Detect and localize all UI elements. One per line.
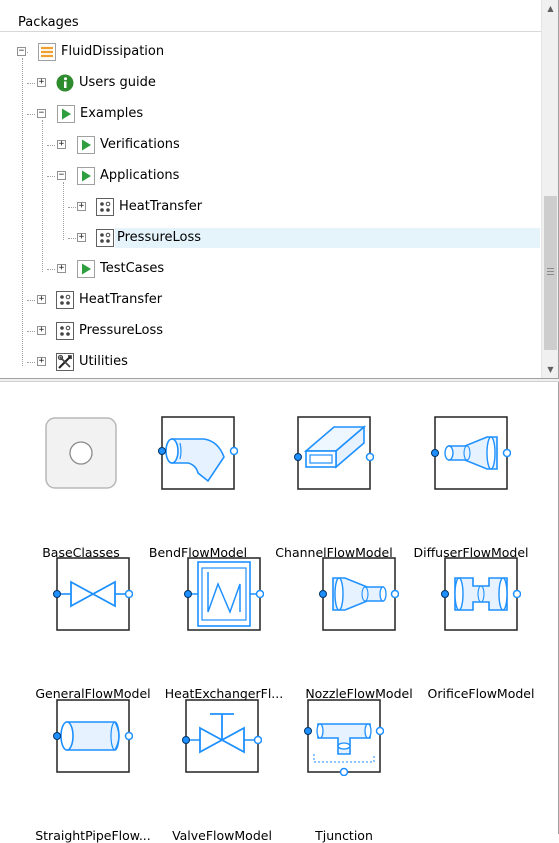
base-classes-icon: [41, 413, 121, 493]
grid-item-valveflowmodel[interactable]: ValveFlowModel: [153, 696, 291, 843]
collapse-toggle[interactable]: −: [37, 109, 46, 118]
tree-item-label: Utilities: [79, 354, 128, 369]
header-divider: [0, 31, 541, 32]
tree-item-applications[interactable]: − Applications: [0, 165, 540, 187]
grid-item-bendflowmodel[interactable]: BendFlowModel: [129, 413, 267, 560]
tree-item-label: Applications: [100, 168, 180, 183]
expand-toggle[interactable]: +: [37, 295, 46, 304]
library-icon-view[interactable]: BaseClasses BendFlowModel ChannelFlowMod…: [0, 382, 559, 843]
package-dots-icon: [56, 322, 74, 340]
channel-flow-icon: [294, 413, 375, 493]
valve-flow-icon: [182, 696, 263, 776]
tree-item-users-guide[interactable]: + Users guide: [0, 72, 540, 94]
play-icon: [57, 105, 75, 123]
tree-item-label: Verifications: [100, 137, 180, 152]
scroll-grip-icon: [547, 268, 554, 275]
package-dots-icon: [56, 291, 74, 309]
tree-item-testcases[interactable]: + TestCases: [0, 258, 540, 280]
info-icon: [56, 74, 74, 92]
play-icon: [77, 260, 95, 278]
grid-item-heatexchangerflowmodel[interactable]: HeatExchangerFl...: [155, 554, 293, 701]
straight-pipe-icon: [53, 696, 134, 776]
package-stack-icon: [38, 43, 56, 61]
expand-toggle[interactable]: +: [37, 357, 46, 366]
scrollbar-thumb[interactable]: [544, 196, 557, 350]
play-icon: [77, 167, 95, 185]
package-dots-icon: [96, 229, 114, 247]
tree-item-label: Users guide: [79, 75, 156, 90]
general-flow-icon: [53, 554, 134, 634]
grid-item-orificeflowmodel[interactable]: OrificeFlowModel: [412, 554, 550, 701]
tree-item-fluiddissipation[interactable]: − FluidDissipation: [0, 41, 540, 63]
tree-item-label: Examples: [80, 106, 144, 121]
tree-item-utilities[interactable]: + Utilities: [0, 351, 540, 373]
package-tree[interactable]: Packages − FluidDissipation + Users guid…: [0, 0, 559, 378]
tree-item-verifications[interactable]: + Verifications: [0, 134, 540, 156]
collapse-toggle[interactable]: −: [57, 171, 66, 180]
grid-item-generalflowmodel[interactable]: GeneralFlowModel: [24, 554, 162, 701]
tree-item-heattransfer[interactable]: + HeatTransfer: [0, 289, 540, 311]
tree-item-pressureloss[interactable]: + PressureLoss: [0, 320, 540, 342]
utilities-icon: [56, 353, 74, 371]
tree-item-label: TestCases: [100, 261, 165, 276]
scroll-down-arrow-icon[interactable]: ▼: [542, 361, 558, 378]
tree-item-label: PressureLoss: [115, 228, 540, 248]
grid-item-nozzleflowmodel[interactable]: NozzleFlowModel: [290, 554, 428, 701]
tree-item-heattransfer-app[interactable]: + HeatTransfer: [0, 196, 540, 218]
play-icon: [77, 136, 95, 154]
grid-item-label: StraightPipeFlow...: [35, 828, 151, 843]
tree-scrollbar[interactable]: ▲ ▼: [541, 0, 558, 378]
grid-item-label: Tjunction: [315, 828, 373, 843]
grid-item-channelflowmodel[interactable]: ChannelFlowModel: [265, 413, 403, 560]
package-dots-icon: [96, 198, 114, 216]
orifice-flow-icon: [441, 554, 522, 634]
bend-flow-icon: [158, 413, 239, 493]
expand-toggle[interactable]: +: [37, 326, 46, 335]
expand-toggle[interactable]: +: [57, 140, 66, 149]
grid-item-label: OrificeFlowModel: [427, 686, 535, 701]
expand-toggle[interactable]: +: [77, 233, 86, 242]
tjunction-icon: [304, 696, 385, 777]
tree-item-label: PressureLoss: [79, 323, 164, 338]
diffuser-flow-icon: [431, 413, 512, 493]
tree-item-label: HeatTransfer: [119, 199, 203, 214]
tree-header: Packages: [18, 15, 79, 30]
expand-toggle[interactable]: +: [57, 264, 66, 273]
tree-item-examples[interactable]: − Examples: [0, 103, 540, 125]
nozzle-flow-icon: [319, 554, 400, 634]
tree-item-label: HeatTransfer: [79, 292, 163, 307]
grid-item-tjunction[interactable]: Tjunction: [275, 696, 413, 843]
scroll-up-arrow-icon[interactable]: ▲: [542, 0, 558, 17]
expand-toggle[interactable]: +: [37, 78, 46, 87]
collapse-toggle[interactable]: −: [17, 47, 26, 56]
tree-item-label: FluidDissipation: [61, 44, 165, 59]
expand-toggle[interactable]: +: [77, 202, 86, 211]
grid-item-straightpipeflowmodel[interactable]: StraightPipeFlow...: [24, 696, 162, 843]
heat-exchanger-icon: [184, 554, 265, 634]
grid-item-diffuserflowmodel[interactable]: DiffuserFlowModel: [402, 413, 540, 560]
tree-item-pressureloss-app[interactable]: + PressureLoss: [0, 227, 540, 249]
